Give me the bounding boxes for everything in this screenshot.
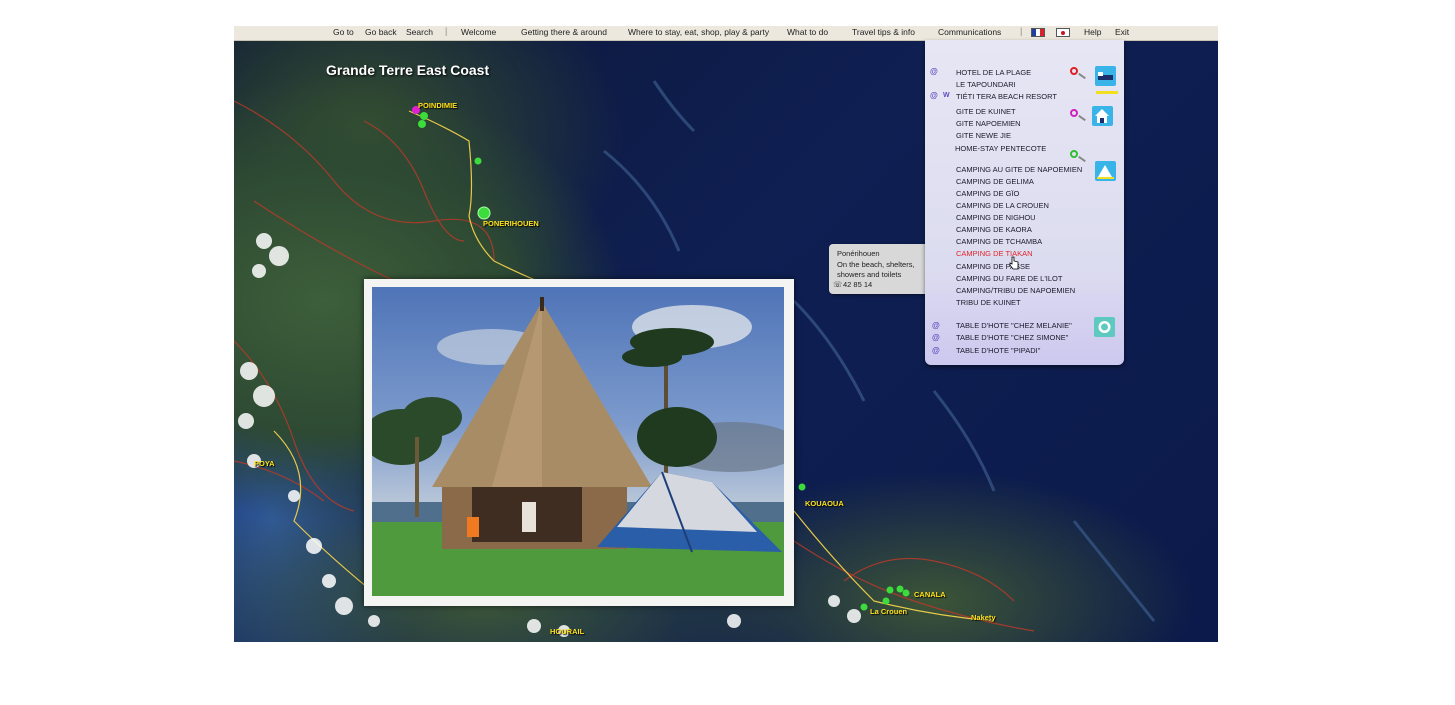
list-item-camping-au-gite-de-napoemien[interactable]: CAMPING AU GITE DE NAPOEMIEN (956, 165, 1082, 174)
accommodation-list-panel: @ HOTEL DE LA PLAGE LE TAPOUNDARI @ W TI… (925, 40, 1124, 365)
list-item-hotel-de-la-plage[interactable]: HOTEL DE LA PLAGE (956, 68, 1031, 77)
list-item-camping-de-gelima[interactable]: CAMPING DE GELIMA (956, 177, 1034, 186)
list-item-table-hote-chez-simone[interactable]: TABLE D'HOTE "CHEZ SIMONE" (956, 333, 1068, 342)
list-item-camping-de-tchamba[interactable]: CAMPING DE TCHAMBA (956, 237, 1042, 246)
nav-communications[interactable]: Communications (938, 27, 1001, 37)
list-item-camping-de-nighou[interactable]: CAMPING DE NIGHOU (956, 213, 1036, 222)
nav-what-to-do[interactable]: What to do (787, 27, 828, 37)
gite-house-icon (1092, 106, 1113, 126)
marker-green (886, 586, 894, 594)
highlight-bar (1096, 91, 1118, 94)
map-pin-icon[interactable] (1070, 67, 1078, 75)
list-item-table-hote-chez-melanie[interactable]: TABLE D'HOTE "CHEZ MELANIE" (956, 321, 1072, 330)
list-item-le-tapoundari[interactable]: LE TAPOUNDARI (956, 80, 1016, 89)
tooltip-name: Ponérihouen (837, 249, 880, 258)
nav-search[interactable]: Search (406, 27, 433, 37)
marker-green (902, 589, 910, 597)
japanese-flag-icon[interactable] (1056, 28, 1070, 37)
list-item-gite-newe-jie[interactable]: GITE NEWE JIE (956, 131, 1011, 140)
map-pin-icon[interactable] (1070, 150, 1078, 158)
nav-go-back[interactable]: Go back (365, 27, 397, 37)
place-ponerihouen[interactable]: PONERIHOUEN (483, 219, 539, 228)
nav-getting-there[interactable]: Getting there & around (521, 27, 607, 37)
nav-separator: | (445, 26, 448, 36)
list-item-gite-napoemien[interactable]: GITE NAPOEMIEN (956, 119, 1021, 128)
place-canala[interactable]: CANALA (914, 590, 946, 599)
tooltip-phone: 42 85 14 (843, 280, 873, 289)
list-item-table-hote-pipadi[interactable]: TABLE D'HOTE "PIPADI" (956, 346, 1040, 355)
list-item-camping-de-gio[interactable]: CAMPING DE GÏO (956, 189, 1019, 198)
tooltip-description-line2: showers and toilets (837, 270, 902, 279)
email-at-icon[interactable]: @ (932, 321, 940, 330)
camping-photo (372, 287, 784, 596)
list-item-camping-de-la-crouen[interactable]: CAMPING DE LA CROUEN (956, 201, 1049, 210)
marker-green (882, 597, 890, 605)
place-hourail[interactable]: HOURAIL (550, 627, 584, 636)
list-item-camping-de-kaora[interactable]: CAMPING DE KAORA (956, 225, 1032, 234)
marker-green (420, 112, 428, 120)
marker-green (798, 483, 806, 491)
list-item-tieti-tera-beach-resort[interactable]: TIÉTI TERA BEACH RESORT (956, 92, 1057, 101)
marker-green (474, 157, 482, 165)
marker-green (418, 120, 426, 128)
place-poindimie[interactable]: POINDIMIE (418, 101, 457, 110)
email-at-icon[interactable]: @ (932, 333, 940, 342)
camping-tent-icon (1095, 161, 1116, 181)
list-item-camping-du-fare-de-lilot[interactable]: CAMPING DU FARE DE L'ILOT (956, 274, 1062, 283)
nav-go-to[interactable]: Go to (333, 27, 354, 37)
nav-separator: | (1020, 26, 1023, 36)
nav-welcome[interactable]: Welcome (461, 27, 496, 37)
place-la-crouen[interactable]: La Crouen (870, 607, 907, 616)
marker-green (477, 206, 491, 220)
photo-frame (364, 279, 794, 606)
map-title: Grande Terre East Coast (326, 62, 490, 78)
top-navigation-bar: Go to Go back Search | Welcome Getting t… (234, 26, 1218, 41)
list-item-camping-tribu-de-napoemien[interactable]: CAMPING/TRIBU DE NAPOEMIEN (956, 286, 1075, 295)
french-flag-icon[interactable] (1031, 28, 1045, 37)
email-at-icon[interactable]: @ (930, 67, 938, 76)
place-kouaoua[interactable]: KOUAOUA (805, 499, 844, 508)
hotel-bed-icon (1095, 66, 1116, 86)
table-hote-plate-icon (1094, 317, 1115, 337)
nav-help[interactable]: Help (1084, 27, 1101, 37)
list-item-home-stay-pentecote[interactable]: HOME-STAY PENTECOTE (955, 144, 1046, 153)
list-item-gite-de-kuinet[interactable]: GITE DE KUINET (956, 107, 1016, 116)
marker-green (860, 603, 868, 611)
nav-exit[interactable]: Exit (1115, 27, 1129, 37)
map-pin-icon[interactable] (1070, 109, 1078, 117)
phone-icon: ☏ (833, 280, 843, 289)
email-at-icon[interactable]: @ (932, 346, 940, 355)
hand-cursor-icon (1009, 256, 1019, 270)
place-poya[interactable]: POYA (254, 459, 275, 468)
tooltip-description-line1: On the beach, shelters, (837, 260, 915, 269)
email-at-icon[interactable]: @ (930, 91, 938, 100)
nav-travel-tips[interactable]: Travel tips & info (852, 27, 915, 37)
nav-where-to-stay[interactable]: Where to stay, eat, shop, play & party (628, 27, 769, 37)
place-nakety[interactable]: Nakety (971, 613, 996, 622)
list-item-camping-de-tiakan[interactable]: CAMPING DE TIAKAN (956, 249, 1033, 258)
list-item-tribu-de-kuinet[interactable]: TRIBU DE KUINET (956, 298, 1021, 307)
website-w-icon[interactable]: W (943, 92, 950, 99)
marker-green (896, 585, 904, 593)
location-tooltip: Ponérihouen On the beach, shelters, show… (829, 244, 925, 294)
